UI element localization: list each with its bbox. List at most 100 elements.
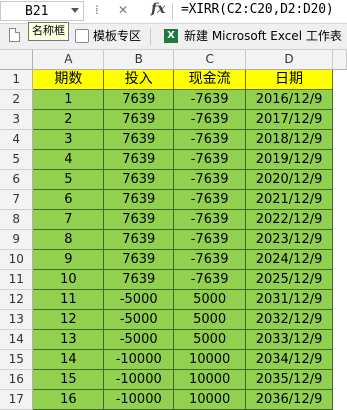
data-cell[interactable]: 15 (32, 368, 105, 390)
row-header[interactable]: 6 (0, 169, 34, 190)
cell[interactable] (332, 309, 347, 329)
row-header[interactable]: 8 (0, 209, 34, 230)
cell[interactable] (332, 169, 347, 189)
cell[interactable] (332, 129, 347, 149)
header-cell-date[interactable]: 日期 (245, 68, 333, 90)
cell[interactable] (332, 69, 347, 89)
data-cell[interactable]: 7639 (103, 208, 175, 230)
data-cell[interactable]: 7639 (103, 128, 175, 150)
row-header[interactable]: 4 (0, 129, 34, 150)
data-cell[interactable]: 2023/12/9 (245, 228, 333, 250)
data-cell[interactable]: 7639 (103, 88, 175, 110)
data-cell[interactable]: 5000 (173, 328, 247, 350)
cell[interactable] (332, 209, 347, 229)
row-header[interactable]: 12 (0, 289, 34, 310)
row-header[interactable]: 13 (0, 309, 34, 330)
cell[interactable] (332, 269, 347, 289)
data-cell[interactable]: 7639 (103, 108, 175, 130)
header-cell-investment[interactable]: 投入 (103, 68, 175, 90)
cell[interactable] (332, 109, 347, 129)
column-header-d[interactable]: D (245, 50, 333, 70)
row-header[interactable]: 3 (0, 109, 34, 130)
data-cell[interactable]: 7639 (103, 148, 175, 170)
cell[interactable] (332, 249, 347, 269)
data-cell[interactable]: 12 (32, 308, 105, 330)
data-cell[interactable]: -5000 (103, 308, 175, 330)
cancel-icon[interactable]: ✕ (118, 3, 128, 17)
tab-excel-workbook[interactable]: 新建 Microsoft Excel 工作表 (184, 28, 342, 44)
column-header-e[interactable] (332, 50, 347, 70)
cell[interactable] (332, 89, 347, 109)
data-cell[interactable]: -10000 (103, 348, 175, 370)
data-cell[interactable]: 10000 (173, 388, 247, 410)
data-cell[interactable]: -5000 (103, 288, 175, 310)
data-cell[interactable]: 11 (32, 288, 105, 310)
data-cell[interactable]: 2022/12/9 (245, 208, 333, 230)
header-cell-period[interactable]: 期数 (32, 68, 105, 90)
row-header[interactable]: 17 (0, 389, 34, 410)
cell[interactable] (332, 369, 347, 389)
data-cell[interactable]: 5 (32, 168, 105, 190)
data-cell[interactable]: -7639 (173, 148, 247, 170)
data-cell[interactable]: 7 (32, 208, 105, 230)
row-header[interactable]: 5 (0, 149, 34, 170)
row-header[interactable]: 16 (0, 369, 34, 390)
data-cell[interactable]: 5000 (173, 288, 247, 310)
data-cell[interactable]: 5000 (173, 308, 247, 330)
data-cell[interactable]: 7639 (103, 188, 175, 210)
data-cell[interactable]: 2036/12/9 (245, 388, 333, 410)
cell[interactable] (332, 389, 347, 409)
row-header[interactable]: 10 (0, 249, 34, 270)
data-cell[interactable]: 4 (32, 148, 105, 170)
data-cell[interactable]: 7639 (103, 168, 175, 190)
data-cell[interactable]: 2018/12/9 (245, 128, 333, 150)
data-cell[interactable]: 9 (32, 248, 105, 270)
tab-template-zone[interactable]: 模板专区 (93, 28, 141, 44)
insert-function-button[interactable]: fx (151, 1, 165, 17)
data-cell[interactable]: 2033/12/9 (245, 328, 333, 350)
row-header[interactable]: 1 (0, 69, 34, 90)
data-cell[interactable]: -7639 (173, 88, 247, 110)
cell[interactable] (332, 289, 347, 309)
header-cell-cashflow[interactable]: 现金流 (173, 68, 247, 90)
cell[interactable] (332, 329, 347, 349)
data-cell[interactable]: -7639 (173, 188, 247, 210)
data-cell[interactable]: 1 (32, 88, 105, 110)
row-header[interactable]: 15 (0, 349, 34, 370)
data-cell[interactable]: 2024/12/9 (245, 248, 333, 270)
data-cell[interactable]: 7639 (103, 268, 175, 290)
data-cell[interactable]: 7639 (103, 228, 175, 250)
data-cell[interactable]: 2032/12/9 (245, 308, 333, 330)
data-cell[interactable]: 2035/12/9 (245, 368, 333, 390)
data-cell[interactable]: 2025/12/9 (245, 268, 333, 290)
column-header-b[interactable]: B (103, 50, 175, 70)
new-document-icon[interactable] (9, 28, 20, 42)
select-all-corner[interactable] (0, 50, 34, 70)
column-header-a[interactable]: A (32, 50, 105, 70)
data-cell[interactable]: 2034/12/9 (245, 348, 333, 370)
row-header[interactable]: 9 (0, 229, 34, 250)
name-box[interactable]: B21 (0, 1, 84, 21)
cell[interactable] (332, 349, 347, 369)
data-cell[interactable]: 16 (32, 388, 105, 410)
data-cell[interactable]: 13 (32, 328, 105, 350)
data-cell[interactable]: -10000 (103, 368, 175, 390)
data-cell[interactable]: 3 (32, 128, 105, 150)
row-header[interactable]: 14 (0, 329, 34, 350)
data-cell[interactable]: 2020/12/9 (245, 168, 333, 190)
data-cell[interactable]: -7639 (173, 128, 247, 150)
data-cell[interactable]: -10000 (103, 388, 175, 410)
data-cell[interactable]: 10000 (173, 368, 247, 390)
row-header[interactable]: 7 (0, 189, 34, 210)
data-cell[interactable]: 7639 (103, 248, 175, 270)
name-box-dropdown-icon[interactable] (71, 8, 79, 13)
row-header[interactable]: 11 (0, 269, 34, 290)
data-cell[interactable]: 10 (32, 268, 105, 290)
data-cell[interactable]: -7639 (173, 108, 247, 130)
data-cell[interactable]: 8 (32, 228, 105, 250)
data-cell[interactable]: 6 (32, 188, 105, 210)
data-cell[interactable]: -7639 (173, 268, 247, 290)
data-cell[interactable]: -7639 (173, 228, 247, 250)
data-cell[interactable]: 2031/12/9 (245, 288, 333, 310)
data-cell[interactable]: 2016/12/9 (245, 88, 333, 110)
